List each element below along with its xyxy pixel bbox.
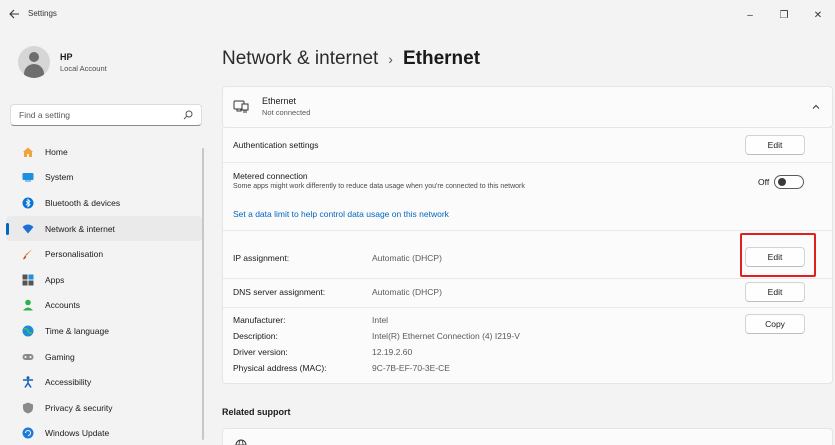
sidebar-item-label: Apps [45,274,65,285]
sidebar-item-accounts[interactable]: Accounts [6,293,202,319]
search-box [10,104,202,126]
ethernet-header[interactable]: Ethernet Not connected [222,86,833,128]
wifi-icon [22,223,34,235]
user-profile[interactable]: HP Local Account [18,46,107,78]
sidebar-item-gaming[interactable]: Gaming [6,344,202,370]
data-limit-link[interactable]: Set a data limit to help control data us… [233,209,449,219]
update-icon [22,427,34,439]
sidebar-item-label: Accounts [45,300,80,311]
app-title: Settings [28,9,57,18]
avatar [18,46,50,78]
shield-icon [22,402,34,414]
ethernet-details: Authentication settings Edit Metered con… [222,128,833,384]
search-input[interactable] [19,110,179,120]
bluetooth-icon [22,197,34,209]
metered-connection-toggle[interactable] [774,175,804,189]
divider [223,162,832,163]
sidebar-nav: Home System Bluetooth & devices Network … [0,139,210,445]
property-label: Description: [233,331,278,341]
related-support-title: Related support [222,407,291,417]
globe-clock-icon [22,325,34,337]
ethernet-icon [233,99,249,115]
authentication-edit-button[interactable]: Edit [745,135,805,155]
ethernet-title: Ethernet [262,96,297,106]
home-icon [22,146,34,158]
property-label: Manufacturer: [233,315,286,325]
authentication-label: Authentication settings [233,140,319,150]
metered-connection-description: Some apps might work differently to redu… [233,183,525,190]
sidebar-item-apps[interactable]: Apps [6,267,202,293]
dns-assignment-label: DNS server assignment: [233,287,326,297]
sidebar-scrollbar[interactable] [202,148,204,440]
sidebar-item-personalisation[interactable]: Personalisation [6,241,202,267]
close-button[interactable]: ✕ [801,0,835,30]
sidebar-item-home[interactable]: Home [6,139,202,165]
dns-assignment-value: Automatic (DHCP) [372,287,442,297]
ip-assignment-value: Automatic (DHCP) [372,253,442,263]
highlight-box [740,233,816,277]
sidebar-item-label: Network & internet [45,223,115,234]
sidebar-item-privacy[interactable]: Privacy & security [6,395,202,421]
property-value: 9C-7B-EF-70-3E-CE [372,363,450,373]
profile-account-type: Local Account [60,63,107,73]
breadcrumb: Network & internet › Ethernet [222,48,480,70]
sidebar-item-label: Windows Update [45,428,110,439]
property-label: Driver version: [233,347,288,357]
search-icon[interactable] [183,110,193,120]
sidebar-item-label: Privacy & security [45,402,113,413]
related-support-card[interactable] [222,428,833,445]
sidebar-item-label: Bluetooth & devices [45,197,121,208]
page-title: Ethernet [402,48,481,69]
minimize-button[interactable]: – [733,0,767,30]
breadcrumb-separator: › [388,51,393,67]
property-value: Intel [372,315,389,325]
sidebar-item-network[interactable]: Network & internet [6,215,202,242]
back-arrow-icon[interactable] [6,6,22,22]
gamepad-icon [22,351,34,363]
sidebar-item-accessibility[interactable]: Accessibility [6,369,202,395]
dns-edit-button[interactable]: Edit [745,282,805,302]
globe-icon [235,439,247,445]
apps-icon [22,274,34,286]
brush-icon [22,248,34,260]
maximize-button[interactable]: ❐ [767,0,801,30]
sidebar-item-windows-update[interactable]: Windows Update [6,421,202,445]
breadcrumb-parent[interactable]: Network & internet [222,48,378,70]
profile-name: HP [60,51,73,62]
property-value: 12.19.2.60 [372,347,413,357]
metered-connection-label: Metered connection [233,171,308,181]
window-controls: – ❐ ✕ [733,0,835,30]
property-value: Intel(R) Ethernet Connection (4) I219-V [372,331,520,341]
accessibility-icon [22,376,34,389]
divider [223,307,832,308]
sidebar-item-time-language[interactable]: Time & language [6,318,202,344]
sidebar-item-label: Home [45,146,68,157]
ip-assignment-label: IP assignment: [233,253,290,263]
chevron-up-icon[interactable] [810,101,822,113]
metered-toggle-state: Off [758,177,770,187]
title-bar: Settings – ❐ ✕ [0,0,835,30]
sidebar-item-system[interactable]: System [6,165,202,191]
property-label: Physical address (MAC): [233,363,327,373]
connection-status: Not connected [262,108,311,117]
sidebar-item-label: Gaming [45,351,75,362]
copy-button[interactable]: Copy [745,314,805,334]
divider [223,230,832,231]
accounts-icon [22,299,34,311]
sidebar-item-label: Personalisation [45,249,104,260]
sidebar-item-bluetooth[interactable]: Bluetooth & devices [6,190,202,216]
sidebar-item-label: Accessibility [45,377,92,388]
sidebar-item-label: System [45,172,74,183]
divider [223,278,832,279]
system-icon [22,171,34,183]
sidebar-item-label: Time & language [45,325,109,336]
